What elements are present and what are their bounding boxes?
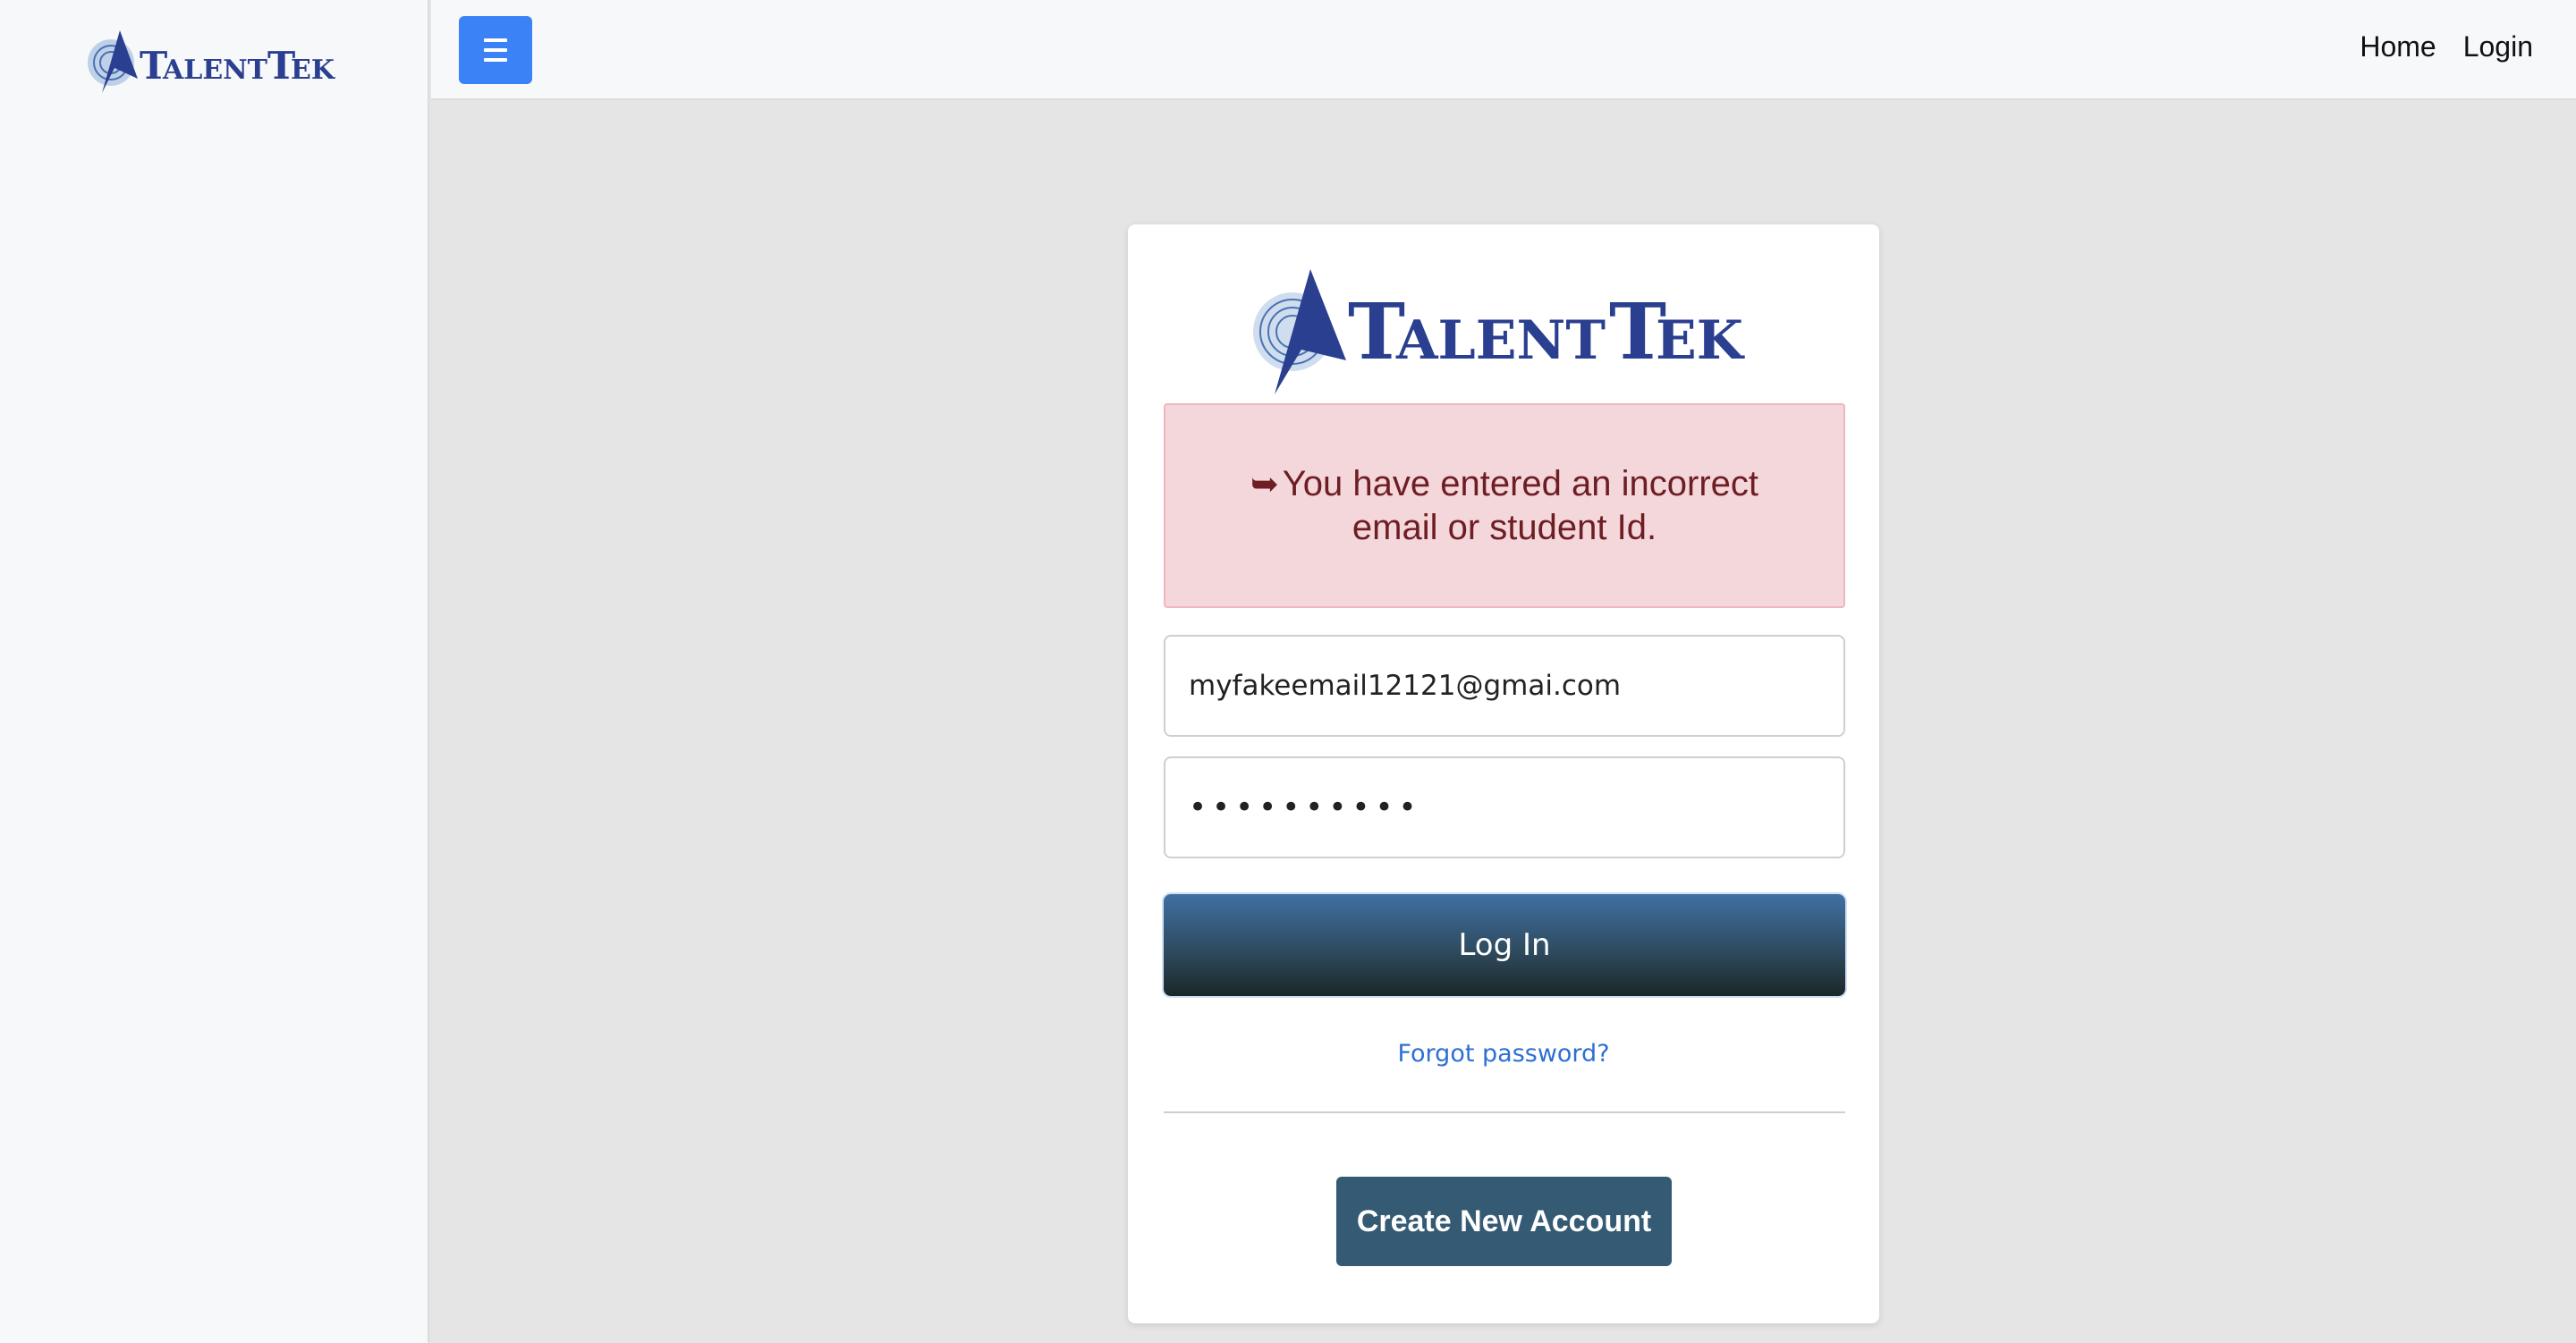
- nav-link-login[interactable]: Login: [2463, 30, 2533, 63]
- svg-text:ALENT: ALENT: [162, 55, 268, 86]
- top-navbar: Home Login: [431, 0, 2576, 100]
- sidebar: T ALENT T EK: [0, 0, 429, 1343]
- divider: [1164, 1111, 1845, 1113]
- svg-text:ALENT: ALENT: [1395, 309, 1606, 372]
- login-button[interactable]: Log In: [1164, 894, 1845, 996]
- arrow-right-icon: ➥: [1250, 466, 1279, 503]
- login-card: T ALENT T EK ➥ You have entered an incorr…: [1128, 224, 1879, 1323]
- sidebar-logo[interactable]: T ALENT T EK: [82, 27, 351, 103]
- svg-text:EK: EK: [291, 55, 335, 86]
- password-field[interactable]: [1164, 756, 1845, 858]
- nav-link-home[interactable]: Home: [2360, 30, 2436, 63]
- sidebar-toggle-button[interactable]: [459, 16, 532, 84]
- hamburger-icon: [484, 38, 507, 62]
- talenttek-logo: T ALENT T EK: [1239, 260, 1775, 399]
- error-message-text: You have entered an incorrect email or s…: [1282, 464, 1759, 547]
- svg-text:EK: EK: [1656, 309, 1745, 372]
- email-field[interactable]: [1164, 635, 1845, 737]
- forgot-password-link[interactable]: Forgot password?: [1128, 1040, 1879, 1068]
- error-alert: ➥ You have entered an incorrect email or …: [1164, 403, 1845, 608]
- error-message: ➥ You have entered an incorrect email or …: [1165, 462, 1843, 549]
- create-account-button[interactable]: Create New Account: [1336, 1177, 1672, 1266]
- top-nav-links: Home Login: [2360, 30, 2533, 63]
